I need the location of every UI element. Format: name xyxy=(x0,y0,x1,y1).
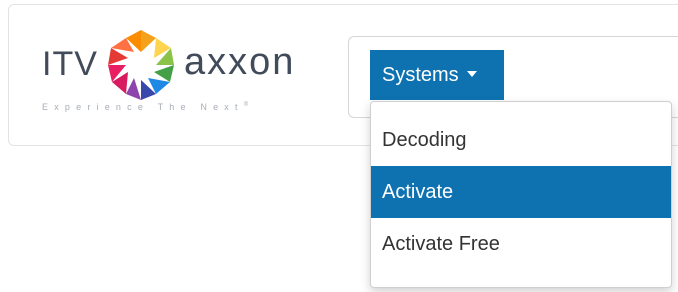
menu-item-activate[interactable]: Activate xyxy=(371,166,671,218)
caret-down-icon xyxy=(466,70,477,77)
menu-item-decoding[interactable]: Decoding xyxy=(371,114,671,166)
logo-itv-text: ITV xyxy=(42,45,98,83)
logo-axxon-text: axxon xyxy=(184,41,296,83)
systems-label: Systems xyxy=(382,64,459,86)
axxon-hexagon-logo-icon xyxy=(108,30,174,100)
systems-dropdown-button[interactable]: Systems xyxy=(370,50,504,100)
logo-tagline: Experience The Next® xyxy=(42,102,249,112)
menu-item-activate-free[interactable]: Activate Free xyxy=(371,218,671,270)
itv-axxon-logo[interactable]: ITV axxon Experience The Next® xyxy=(34,24,344,124)
page: ITV axxon Experience The Next® Systems D… xyxy=(0,0,678,292)
systems-dropdown-menu: Decoding Activate Activate Free xyxy=(370,101,672,288)
